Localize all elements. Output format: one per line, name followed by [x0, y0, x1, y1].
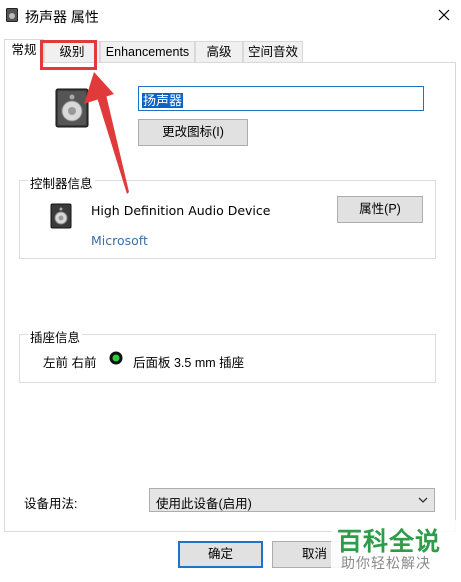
device-name-text: 扬声器	[142, 93, 184, 108]
window-title: 扬声器 属性	[25, 9, 99, 25]
close-icon[interactable]	[432, 4, 456, 26]
watermark-subtitle: 助你轻松解决	[341, 555, 431, 571]
device-usage-label: 设备用法:	[24, 497, 78, 511]
tab-advanced[interactable]: 高级	[195, 41, 243, 63]
device-usage-value: 使用此设备(启用)	[156, 497, 252, 511]
change-icon-button[interactable]: 更改图标(I)	[138, 119, 248, 146]
controller-vendor-link[interactable]: Microsoft	[91, 233, 148, 248]
tab-spatial-sound[interactable]: 空间音效	[243, 41, 303, 63]
tab-general[interactable]: 常规	[4, 39, 44, 63]
tab-enhancements[interactable]: Enhancements	[100, 41, 195, 63]
controller-info-label: 控制器信息	[28, 173, 95, 192]
chevron-down-icon	[418, 497, 428, 503]
speaker-icon	[50, 203, 72, 229]
jack-description: 后面板 3.5 mm 插座	[133, 356, 245, 370]
watermark: 百科全说 助你轻松解决	[331, 520, 457, 576]
controller-device-name: High Definition Audio Device	[91, 203, 271, 218]
speaker-icon	[6, 8, 18, 22]
speaker-icon	[55, 88, 89, 128]
jack-info-label: 插座信息	[28, 327, 83, 346]
ok-button[interactable]: 确定	[178, 541, 263, 568]
title-bar: 扬声器 属性	[0, 0, 461, 30]
jack-status-icon	[109, 351, 123, 365]
device-name-input[interactable]: 扬声器	[138, 86, 424, 111]
controller-properties-button[interactable]: 属性(P)	[337, 196, 423, 223]
highlight-box	[40, 40, 97, 70]
device-usage-select[interactable]: 使用此设备(启用)	[149, 488, 435, 512]
jack-position: 左前 右前	[43, 356, 97, 370]
